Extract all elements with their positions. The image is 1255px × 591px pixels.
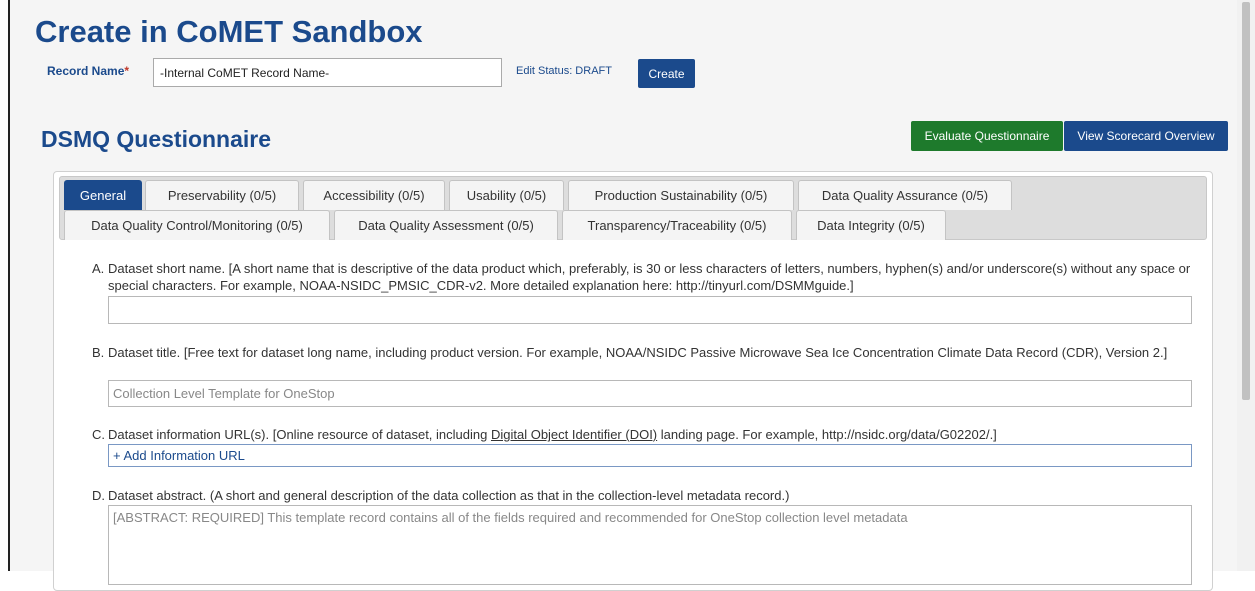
tab-usability[interactable]: Usability (0/5) [449, 180, 564, 210]
doi-link[interactable]: Digital Object Identifier (DOI) [491, 427, 657, 442]
scrollbar-thumb[interactable] [1242, 2, 1250, 400]
tab-data-quality-control-monitoring[interactable]: Data Quality Control/Monitoring (0/5) [64, 210, 330, 240]
page-frame: Create in CoMET Sandbox Record Name* Edi… [8, 0, 1237, 591]
question-b-text: Dataset title. [Free text for dataset lo… [108, 345, 1168, 360]
record-name-input[interactable] [153, 58, 502, 87]
record-name-label: Record Name* [47, 64, 130, 78]
add-information-url-button[interactable]: + Add Information URL [108, 444, 1192, 467]
question-c: C. Dataset information URL(s). [Online r… [92, 426, 1198, 443]
page-scrollbar[interactable] [1237, 0, 1255, 571]
question-c-letter: C. [92, 427, 105, 442]
question-a-letter: A. [92, 261, 105, 276]
create-button[interactable]: Create [638, 59, 695, 88]
question-a-text: Dataset short name. [A short name that i… [108, 261, 1191, 293]
question-b: B. Dataset title. [Free text for dataset… [92, 344, 1198, 361]
questionnaire-title: DSMQ Questionnaire [41, 126, 272, 152]
question-c-text-after: landing page. For example, http://nsidc.… [657, 427, 997, 442]
view-scorecard-overview-button[interactable]: View Scorecard Overview [1064, 121, 1228, 151]
tab-bar: General Preservability (0/5) Accessibili… [59, 176, 1207, 240]
question-c-text-before: Dataset information URL(s). [Online reso… [108, 427, 491, 442]
evaluate-questionnaire-button[interactable]: Evaluate Questionnaire [911, 121, 1063, 151]
tab-accessibility[interactable]: Accessibility (0/5) [303, 180, 445, 210]
question-d: D. Dataset abstract. (A short and genera… [92, 487, 1198, 504]
edit-status-text: Edit Status: DRAFT [516, 65, 612, 77]
tab-general[interactable]: General [64, 180, 142, 210]
question-d-letter: D. [92, 488, 105, 503]
dataset-short-name-input[interactable] [108, 296, 1192, 324]
dataset-abstract-textarea[interactable]: [ABSTRACT: REQUIRED] This template recor… [108, 505, 1192, 585]
required-mark: * [124, 64, 130, 78]
tab-data-quality-assurance[interactable]: Data Quality Assurance (0/5) [798, 180, 1012, 210]
tab-transparency-traceability[interactable]: Transparency/Traceability (0/5) [562, 210, 792, 240]
question-a: A. Dataset short name. [A short name tha… [92, 260, 1198, 294]
dataset-title-input[interactable] [108, 380, 1192, 407]
page-title: Create in CoMET Sandbox [35, 14, 423, 49]
question-d-text: Dataset abstract. (A short and general d… [108, 488, 790, 503]
question-b-letter: B. [92, 345, 105, 360]
tab-production-sustainability[interactable]: Production Sustainability (0/5) [568, 180, 794, 210]
tab-data-quality-assessment[interactable]: Data Quality Assessment (0/5) [334, 210, 558, 240]
tab-preservability[interactable]: Preservability (0/5) [145, 180, 299, 210]
tab-data-integrity[interactable]: Data Integrity (0/5) [796, 210, 946, 240]
